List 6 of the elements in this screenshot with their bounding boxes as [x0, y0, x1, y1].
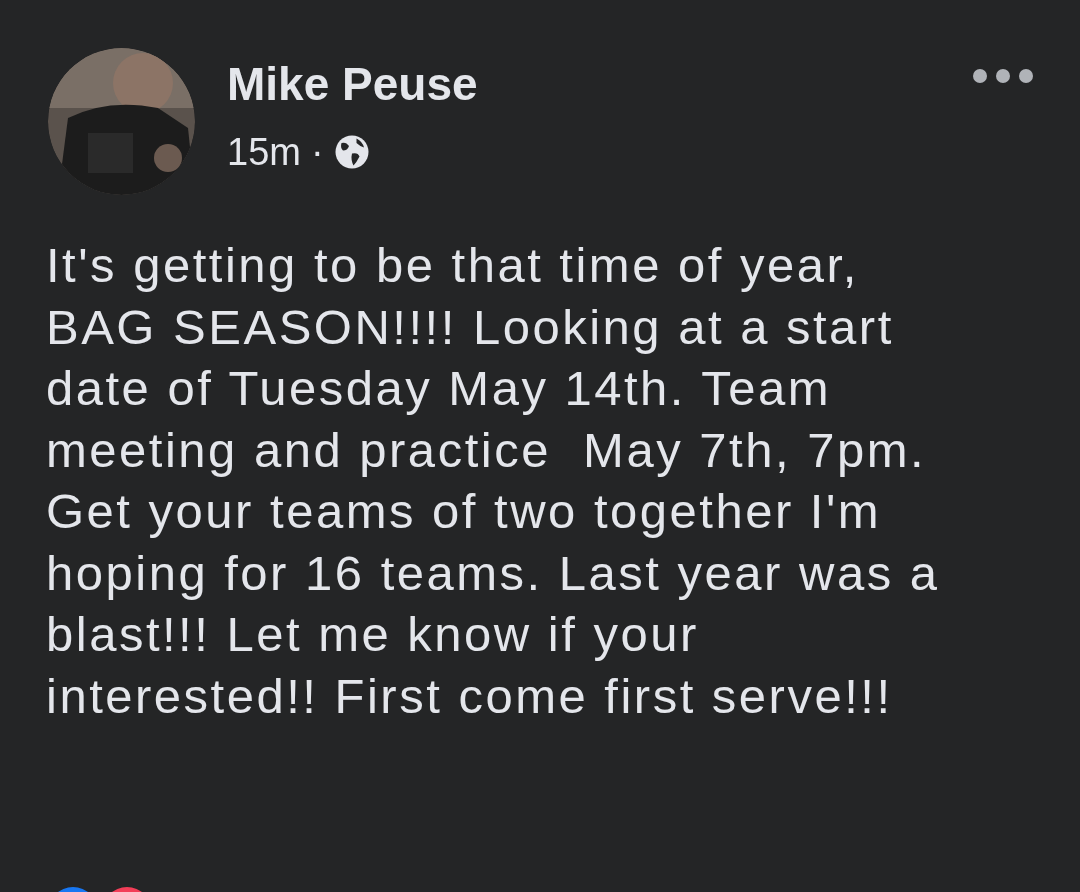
- more-options-icon[interactable]: [972, 68, 1034, 84]
- post-text: It's getting to be that time of year, BAG SEASON!!!! Looking at a start date of Tuesday May 14th. Team meeting and practice May 7th, 7pm. Get your teams of two together I'm hoping for 16 teams. Last year was a blast!!! Let me know if your interested!! First come first serve!!!: [46, 237, 941, 725]
- globe-icon: [333, 134, 370, 170]
- post-time[interactable]: 15m: [227, 130, 301, 174]
- author-name[interactable]: Mike Peuse: [227, 56, 478, 112]
- separator: ·: [310, 130, 324, 174]
